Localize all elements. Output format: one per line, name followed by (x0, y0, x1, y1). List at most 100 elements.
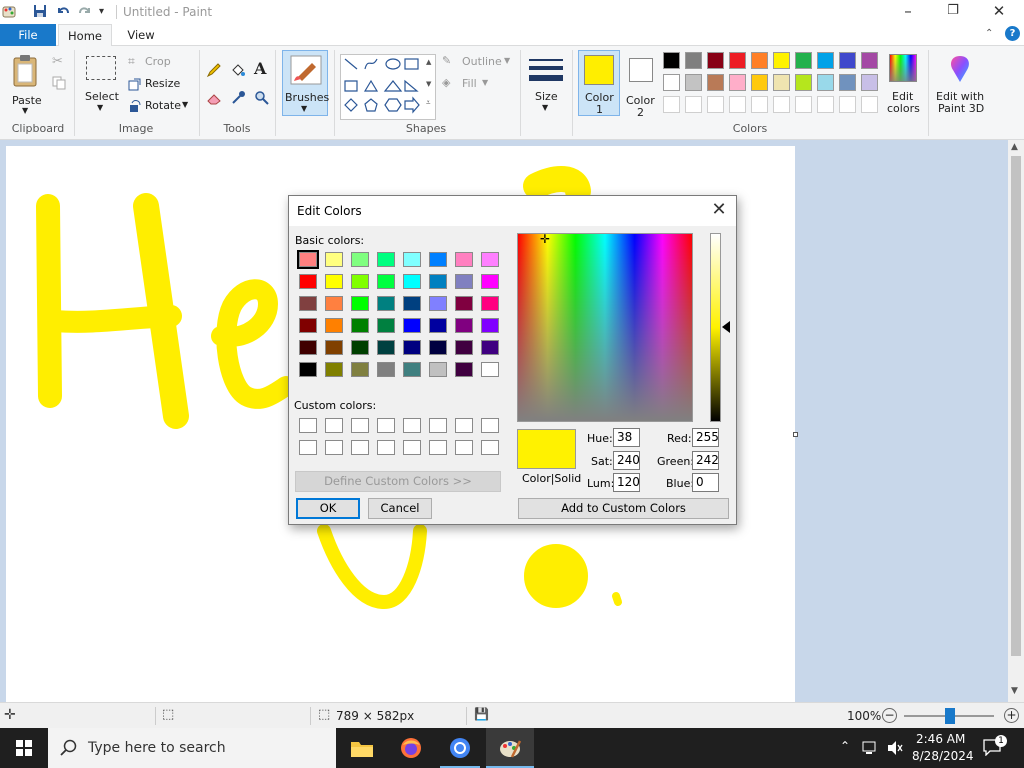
basic-color-swatch[interactable] (455, 252, 473, 267)
taskbar-chrome[interactable] (436, 728, 484, 768)
ok-button[interactable]: OK (296, 498, 360, 519)
shapes-scroll-up-icon[interactable]: ▲ (426, 58, 431, 66)
palette-color-swatch[interactable] (817, 52, 834, 69)
brushes-button[interactable]: Brushes ▼ (282, 50, 329, 116)
basic-color-swatch[interactable] (299, 362, 317, 377)
color-picker-icon[interactable] (230, 90, 246, 109)
taskbar-search-box[interactable]: Type here to search (48, 728, 336, 768)
basic-color-swatch[interactable] (377, 362, 395, 377)
palette-empty-swatch[interactable] (751, 96, 768, 113)
custom-color-swatch[interactable] (429, 440, 447, 455)
palette-color-swatch[interactable] (751, 74, 768, 91)
lum-input[interactable]: 120 (613, 473, 640, 492)
basic-color-swatch[interactable] (299, 274, 317, 289)
palette-color-swatch[interactable] (795, 74, 812, 91)
basic-color-swatch[interactable] (429, 296, 447, 311)
palette-color-swatch[interactable] (773, 52, 790, 69)
basic-color-swatch[interactable] (351, 296, 369, 311)
basic-color-swatch[interactable] (403, 296, 421, 311)
palette-empty-swatch[interactable] (839, 96, 856, 113)
basic-color-swatch[interactable] (455, 362, 473, 377)
custom-color-swatch[interactable] (481, 418, 499, 433)
basic-color-swatch[interactable] (299, 296, 317, 311)
fill-bucket-icon[interactable] (230, 62, 246, 81)
custom-color-swatch[interactable] (481, 440, 499, 455)
basic-color-swatch[interactable] (325, 362, 343, 377)
clock-time[interactable]: 2:46 AM (916, 732, 965, 746)
color2-button[interactable]: Color 2 (622, 50, 660, 119)
basic-color-swatch[interactable] (481, 274, 499, 289)
pencil-icon[interactable] (206, 62, 222, 81)
network-icon[interactable] (862, 741, 880, 755)
start-button[interactable] (0, 728, 48, 768)
color-spectrum[interactable]: ✛ (517, 232, 693, 422)
basic-color-swatch[interactable] (377, 340, 395, 355)
basic-color-swatch[interactable] (403, 340, 421, 355)
palette-color-swatch[interactable] (729, 52, 746, 69)
rotate-button[interactable]: Rotate ▼ (128, 98, 198, 114)
spectrum-crosshair-icon[interactable]: ✛ (540, 232, 550, 246)
basic-color-swatch[interactable] (481, 252, 499, 267)
basic-color-swatch[interactable] (455, 274, 473, 289)
custom-color-swatch[interactable] (429, 418, 447, 433)
customize-quick-access-icon[interactable]: ▾ (99, 6, 104, 24)
tab-home[interactable]: Home (58, 24, 112, 46)
custom-color-swatch[interactable] (455, 418, 473, 433)
green-input[interactable]: 242 (692, 451, 719, 470)
tab-file[interactable]: File (0, 24, 56, 46)
add-to-custom-colors-button[interactable]: Add to Custom Colors (518, 498, 729, 519)
outline-button[interactable]: ✎ Outline ▼ (442, 54, 514, 70)
minimize-ribbon-icon[interactable]: ⌃ (985, 28, 993, 39)
basic-color-swatch[interactable] (299, 340, 317, 355)
basic-color-swatch[interactable] (403, 274, 421, 289)
crop-button[interactable]: ⌗ Crop (128, 54, 198, 70)
custom-color-swatch[interactable] (351, 418, 369, 433)
custom-color-swatch[interactable] (325, 440, 343, 455)
palette-empty-swatch[interactable] (685, 96, 702, 113)
copy-icon[interactable] (52, 76, 66, 93)
scroll-down-icon[interactable]: ▼ (1011, 686, 1018, 696)
basic-color-swatch[interactable] (325, 340, 343, 355)
zoom-out-button[interactable]: − (882, 708, 897, 723)
palette-color-swatch[interactable] (707, 52, 724, 69)
palette-color-swatch[interactable] (839, 52, 856, 69)
scroll-thumb[interactable] (1011, 156, 1021, 656)
luminance-slider[interactable] (710, 233, 721, 422)
basic-color-swatch[interactable] (325, 296, 343, 311)
luminance-arrow-icon[interactable] (722, 321, 730, 333)
custom-color-swatch[interactable] (377, 440, 395, 455)
basic-color-swatch[interactable] (297, 250, 319, 269)
volume-muted-icon[interactable] (886, 740, 904, 756)
save-icon[interactable] (32, 3, 48, 21)
basic-color-swatch[interactable] (377, 296, 395, 311)
custom-color-swatch[interactable] (377, 418, 395, 433)
taskbar-file-explorer[interactable] (338, 728, 386, 768)
basic-color-swatch[interactable] (455, 340, 473, 355)
palette-empty-swatch[interactable] (773, 96, 790, 113)
close-button[interactable]: ✕ (976, 0, 1022, 24)
palette-color-swatch[interactable] (707, 74, 724, 91)
custom-color-swatch[interactable] (325, 418, 343, 433)
basic-color-swatch[interactable] (325, 252, 343, 267)
palette-color-swatch[interactable] (839, 74, 856, 91)
custom-color-swatch[interactable] (299, 418, 317, 433)
palette-empty-swatch[interactable] (795, 96, 812, 113)
select-button[interactable]: Select ▼ (80, 52, 122, 116)
basic-color-swatch[interactable] (429, 340, 447, 355)
basic-color-swatch[interactable] (299, 318, 317, 333)
basic-color-swatch[interactable] (351, 274, 369, 289)
basic-color-swatch[interactable] (403, 252, 421, 267)
red-input[interactable]: 255 (692, 428, 719, 447)
edit-with-paint3d-button[interactable]: Edit with Paint 3D (934, 50, 988, 116)
basic-color-swatch[interactable] (351, 362, 369, 377)
basic-color-swatch[interactable] (377, 252, 395, 267)
palette-empty-swatch[interactable] (817, 96, 834, 113)
basic-color-swatch[interactable] (351, 340, 369, 355)
eraser-icon[interactable] (206, 90, 222, 109)
palette-color-swatch[interactable] (685, 74, 702, 91)
basic-color-swatch[interactable] (403, 318, 421, 333)
palette-color-swatch[interactable] (685, 52, 702, 69)
basic-color-swatch[interactable] (455, 296, 473, 311)
palette-empty-swatch[interactable] (861, 96, 878, 113)
action-center-button[interactable]: 1 (982, 735, 1007, 757)
